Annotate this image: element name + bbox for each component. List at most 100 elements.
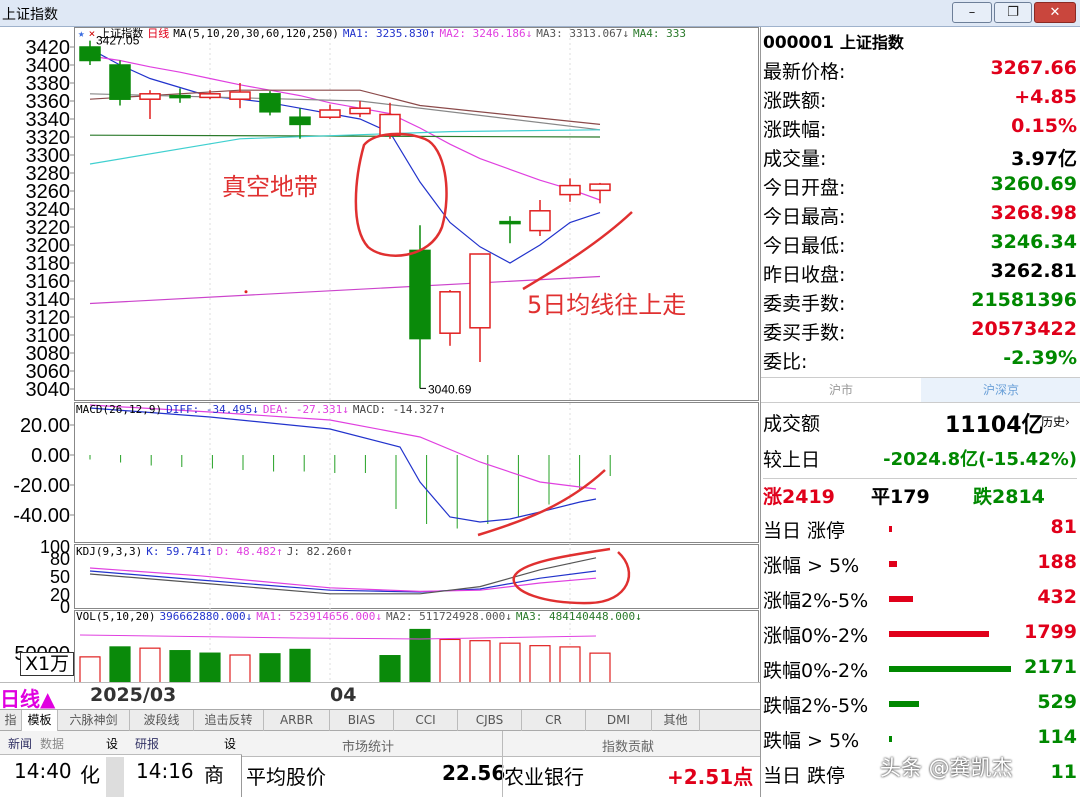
news-tag-1[interactable]: 化 <box>80 759 100 788</box>
distribution-value: 529 <box>1037 691 1077 713</box>
quote-value: 3268.98 <box>990 202 1077 224</box>
legend-name: 上证指数 <box>99 27 144 40</box>
close-button[interactable]: ✕ <box>1034 2 1076 23</box>
quote-label: 涨跌额: <box>763 90 827 112</box>
kline-chart-area[interactable]: 3420 3400 3380 3360 3340 3320 3300 3280 3260 3240… <box>0 27 760 709</box>
volume-bar <box>169 650 191 684</box>
indicator-tab[interactable]: DMI <box>586 710 652 731</box>
tab-research[interactable]: 研报 <box>135 734 159 754</box>
quote-row: 今日最高: 3268.98 <box>763 200 1077 229</box>
close-x-icon[interactable]: × <box>89 27 96 40</box>
minimize-button[interactable]: – <box>952 2 992 23</box>
volume-bar <box>589 652 611 684</box>
quote-value: 0.15% <box>1011 115 1077 137</box>
tab-sh-market[interactable]: 沪市 <box>761 378 921 402</box>
macd-tick-label: 0.00 <box>31 445 70 467</box>
price-panel-frame <box>74 27 759 401</box>
indicator-tab[interactable]: CR <box>522 710 586 731</box>
tab-all-market[interactable]: 沪深京 <box>921 378 1080 402</box>
volume-bar <box>499 642 521 684</box>
quote-label: 昨日收盘: <box>763 264 846 286</box>
distribution-value: 11 <box>1050 761 1077 783</box>
candle-body <box>439 291 461 334</box>
kline-chart[interactable]: 3420340033803360334033203300328032603240… <box>0 27 760 709</box>
quote-row: 今日开盘: 3260.69 <box>763 171 1077 200</box>
indicator-tab[interactable]: CCI <box>394 710 458 731</box>
news-tabbar <box>0 731 242 755</box>
period-label[interactable]: 日线▲ <box>0 683 55 712</box>
down-label: 跌 <box>973 486 993 508</box>
candle-body <box>499 220 521 225</box>
volume-bar <box>379 655 401 684</box>
macd-dea: DEA: -27.331↓ <box>262 403 349 416</box>
kdj-circle <box>512 547 631 605</box>
distribution-label: 跌幅0%-2% <box>763 660 869 682</box>
maximize-button[interactable]: ❐ <box>994 2 1032 23</box>
turnover-value: 11104亿 <box>945 413 1044 438</box>
candle-body <box>589 183 611 192</box>
contrib-bank-label[interactable]: 农业银行 <box>504 761 584 790</box>
settings-link-2[interactable]: 设 <box>224 734 236 754</box>
quote-row: 昨日收盘: 3262.81 <box>763 258 1077 287</box>
quote-row: 委卖手数: 21581396 <box>763 287 1077 316</box>
quote-value: 3262.81 <box>990 260 1077 282</box>
indicator-tab[interactable]: CJBS <box>458 710 522 731</box>
distribution-row: 跌幅0%-2% 2171 <box>763 653 1077 687</box>
vol-value: 396662880.000↓ <box>159 610 253 623</box>
indicator-tab[interactable]: 波段线 <box>130 710 194 731</box>
indicator-tab[interactable]: 指标 <box>0 710 22 748</box>
macd-arrow-line <box>477 469 606 537</box>
distribution-row: 当日 涨停 81 <box>763 513 1077 547</box>
tab-news[interactable]: 新闻 <box>8 734 32 754</box>
quote-value: 3260.69 <box>990 173 1077 195</box>
candle-body <box>229 91 251 100</box>
candle-body <box>139 93 161 100</box>
news-tag-2[interactable]: 商 <box>204 759 224 788</box>
settings-link-1[interactable]: 设 <box>106 734 118 754</box>
stats-headerbar <box>242 731 760 757</box>
macd-diff: DIFF: -34.495↓ <box>166 403 259 416</box>
market-tabs: 沪市 沪深京 <box>761 377 1080 403</box>
quote-row: 委比: -2.39% <box>763 345 1077 374</box>
distribution-label: 当日 跌停 <box>763 765 846 787</box>
candle-body <box>169 94 191 99</box>
candle-body <box>379 113 401 136</box>
distribution-value: 81 <box>1050 516 1077 538</box>
up-count-value: 2419 <box>782 486 835 508</box>
volume-bar <box>529 645 551 684</box>
legend-ma2: MA2: 3246.186↓ <box>439 27 533 40</box>
macd-diff-line <box>89 407 597 523</box>
main-legend: ★ × 上证指数 日线 MA(5,10,20,30,60,120,250) MA1: 32… <box>78 25 690 41</box>
bottom-panel: 新闻 数据 设 研报 设 14:40 化 14:16 商 市场统计 指数贡献 平… <box>0 731 760 797</box>
quote-label: 成交量: <box>763 148 827 170</box>
candle-body <box>109 64 131 100</box>
quote-row: 最新价格: 3267.66 <box>763 55 1077 84</box>
up-label: 涨 <box>763 486 783 508</box>
history-link[interactable]: 历史› <box>1041 413 1070 430</box>
indicator-tab[interactable]: 其他 <box>652 710 700 731</box>
news-scrollbar[interactable] <box>106 757 124 797</box>
indicator-tab[interactable]: 追击反转 <box>194 710 264 731</box>
vol-ma2: MA2: 511724928.000↓ <box>386 610 512 623</box>
macd-name: MACD(26,12,9) <box>76 403 163 416</box>
indicator-tab[interactable]: 六脉神剑 <box>58 710 130 731</box>
quote-row: 成交量: 3.97亿 <box>763 142 1077 171</box>
quote-row: 涨跌额: +4.85 <box>763 84 1077 113</box>
candle-body <box>469 253 491 329</box>
news-time-2[interactable]: 14:16 <box>136 759 194 783</box>
star-icon[interactable]: ★ <box>78 27 85 40</box>
news-time-1[interactable]: 14:40 <box>14 759 72 783</box>
window-title: 上证指数 <box>2 7 58 23</box>
low-price-label: 3040.69 <box>428 382 472 396</box>
tab-data[interactable]: 数据 <box>40 734 64 754</box>
compare-row: 较上日 -2024.8亿(-15.42%) <box>763 443 1077 477</box>
kdj-tick-label: 80 <box>50 549 70 569</box>
indicator-tab[interactable]: 模板 <box>22 710 58 731</box>
distribution-row: 涨幅 > 5% 188 <box>763 548 1077 582</box>
indicator-tab[interactable]: ARBR <box>264 710 330 731</box>
stats-panel: 市场统计 指数贡献 平均股价 22.56 农业银行 +2.51点 <box>242 731 760 797</box>
distribution-label: 跌幅 > 5% <box>763 730 860 752</box>
volume-bar <box>229 654 251 684</box>
indicator-tab[interactable]: BIAS <box>330 710 394 731</box>
quote-code: 000001 <box>763 33 834 53</box>
